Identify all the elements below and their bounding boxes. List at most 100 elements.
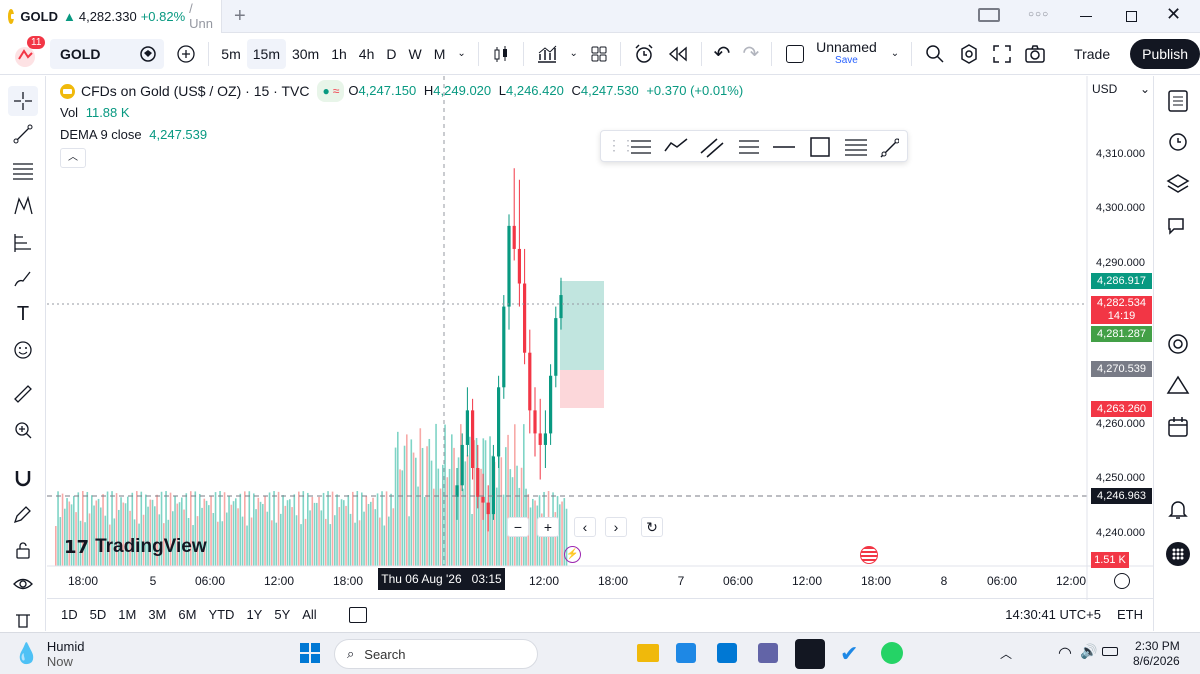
chats-button[interactable] xyxy=(1165,214,1191,240)
settings-button[interactable] xyxy=(952,39,986,69)
interval-1h[interactable]: 1h xyxy=(325,39,353,69)
new-tab-button[interactable]: + xyxy=(234,5,246,28)
trade-button[interactable]: Trade xyxy=(1062,39,1122,69)
text-tool[interactable]: T xyxy=(11,302,35,326)
interval-w[interactable]: W xyxy=(403,39,428,69)
scroll-right-button[interactable]: › xyxy=(605,517,627,537)
outlook-icon[interactable] xyxy=(717,643,737,663)
compare-symbol-button[interactable] xyxy=(170,39,202,69)
visibility-tool[interactable] xyxy=(11,572,35,596)
interval-15m[interactable]: 15m xyxy=(246,38,286,69)
monitor-icon[interactable] xyxy=(978,8,1000,22)
session-toggle[interactable]: ETH xyxy=(1117,607,1143,622)
volume-label[interactable]: Vol xyxy=(60,105,78,120)
range-1d[interactable]: 1D xyxy=(61,607,78,622)
currency-selector[interactable]: USD ⌄ xyxy=(1092,82,1150,96)
us-flag-icon[interactable] xyxy=(860,546,878,564)
taskbar-search[interactable]: ⌕ Search xyxy=(334,639,538,669)
snapshot-button[interactable] xyxy=(1018,39,1052,69)
file-explorer-icon[interactable] xyxy=(637,644,659,662)
brush-tool[interactable] xyxy=(11,266,35,290)
pattern-tool[interactable] xyxy=(11,194,35,218)
layout-menu[interactable]: Unnamed Save ⌄ xyxy=(786,40,899,67)
range-1m[interactable]: 1M xyxy=(118,607,136,622)
fib-tool[interactable] xyxy=(11,158,35,182)
legend-title[interactable]: CFDs on Gold (US$ / OZ) · 15 · TVC xyxy=(81,80,309,102)
range-all[interactable]: All xyxy=(302,607,316,622)
alerts-button[interactable] xyxy=(1165,128,1191,154)
ray-icon[interactable] xyxy=(880,138,899,158)
system-clock[interactable]: 2:30 PM 8/6/2026 xyxy=(1133,639,1180,669)
layouts-button[interactable] xyxy=(584,39,614,69)
more-menu-button[interactable]: ○○○ xyxy=(1028,9,1049,20)
time-axis[interactable]: 18:00 5 06:00 12:00 18:00 18:00 7 06:00 12:00 18:… xyxy=(47,568,1153,598)
reset-chart-button[interactable]: ↻ xyxy=(641,517,663,537)
chart-type-button[interactable] xyxy=(485,39,517,69)
lock-tool[interactable] xyxy=(11,538,35,562)
range-6m[interactable]: 6M xyxy=(178,607,196,622)
trend-line-tool[interactable] xyxy=(11,122,35,146)
interval-30m[interactable]: 30m xyxy=(286,39,325,69)
range-5y[interactable]: 5Y xyxy=(274,607,290,622)
undo-button[interactable]: ↶ xyxy=(708,39,737,69)
store-icon[interactable] xyxy=(676,643,696,663)
range-3m[interactable]: 3M xyxy=(148,607,166,622)
browser-tab[interactable]: GOLD ▲ 4,282.330 +0.82% / Unn xyxy=(0,0,222,33)
price-label-icon[interactable] xyxy=(739,140,759,154)
parallel-channel-icon[interactable] xyxy=(700,138,724,158)
scroll-left-button[interactable]: ‹ xyxy=(574,517,596,537)
chevron-up-icon[interactable]: ︿ xyxy=(1000,645,1012,662)
position-target-zone[interactable] xyxy=(560,281,604,370)
notifications-button[interactable] xyxy=(1165,496,1191,522)
watchlist-button[interactable] xyxy=(1165,88,1191,114)
range-1y[interactable]: 1Y xyxy=(246,607,262,622)
forecast-tool[interactable] xyxy=(11,230,35,254)
interval-5m[interactable]: 5m xyxy=(215,39,246,69)
interval-4h[interactable]: 4h xyxy=(353,39,381,69)
range-ytd[interactable]: YTD xyxy=(208,607,234,622)
maximize-button[interactable] xyxy=(1126,11,1137,22)
rectangle-icon[interactable] xyxy=(810,137,830,157)
fib-channel-icon[interactable] xyxy=(845,139,867,156)
icon-tool[interactable] xyxy=(11,338,35,362)
zoom-out-button[interactable]: − xyxy=(507,517,529,537)
whatsapp-icon[interactable] xyxy=(881,642,903,664)
fullscreen-button[interactable] xyxy=(986,39,1018,69)
crosshair-tool[interactable] xyxy=(8,86,38,116)
weather-widget[interactable]: 💧 Humid Now xyxy=(14,639,84,669)
more-panels-button[interactable] xyxy=(1165,541,1191,567)
minimize-button[interactable] xyxy=(1080,16,1092,17)
event-flash-icon[interactable]: ⚡ xyxy=(564,546,581,563)
zoom-in-button[interactable]: + xyxy=(537,517,559,537)
range-5d[interactable]: 5D xyxy=(90,607,107,622)
avatar[interactable]: 11 xyxy=(10,35,46,69)
interval-d[interactable]: D xyxy=(380,39,402,69)
alert-button[interactable] xyxy=(627,39,661,69)
indicators-button[interactable] xyxy=(530,39,564,69)
replay-button[interactable] xyxy=(661,39,695,69)
date-range-picker-icon[interactable] xyxy=(348,606,367,623)
interval-dropdown[interactable]: ⌄ xyxy=(451,39,471,69)
collapse-legend-button[interactable]: ︿ xyxy=(60,148,86,168)
wifi-icon[interactable]: ◠ xyxy=(1058,643,1072,663)
trading-panel-button[interactable] xyxy=(1165,372,1191,398)
close-button[interactable]: ✕ xyxy=(1166,4,1181,25)
drawing-mode-tool[interactable] xyxy=(11,502,35,526)
support-resistance-icon[interactable] xyxy=(631,140,651,154)
volume-icon[interactable]: 🔊 xyxy=(1080,643,1097,660)
start-button[interactable] xyxy=(300,643,320,663)
remove-tool[interactable] xyxy=(11,608,35,632)
zoom-tool[interactable] xyxy=(11,418,35,442)
teams-icon[interactable] xyxy=(758,643,778,663)
calendar-button[interactable] xyxy=(1165,414,1191,440)
position-stop-zone[interactable] xyxy=(560,370,604,408)
ideas-button[interactable] xyxy=(1165,331,1191,357)
battery-icon[interactable] xyxy=(1102,647,1118,656)
path-icon[interactable] xyxy=(664,138,688,152)
measure-tool[interactable] xyxy=(11,382,35,406)
interval-m[interactable]: M xyxy=(428,39,452,69)
indicators-dropdown[interactable]: ⌄ xyxy=(564,39,584,69)
todo-icon[interactable]: ✔ xyxy=(840,641,858,667)
publish-button[interactable]: Publish xyxy=(1130,38,1200,69)
object-tree-button[interactable] xyxy=(1165,171,1191,197)
